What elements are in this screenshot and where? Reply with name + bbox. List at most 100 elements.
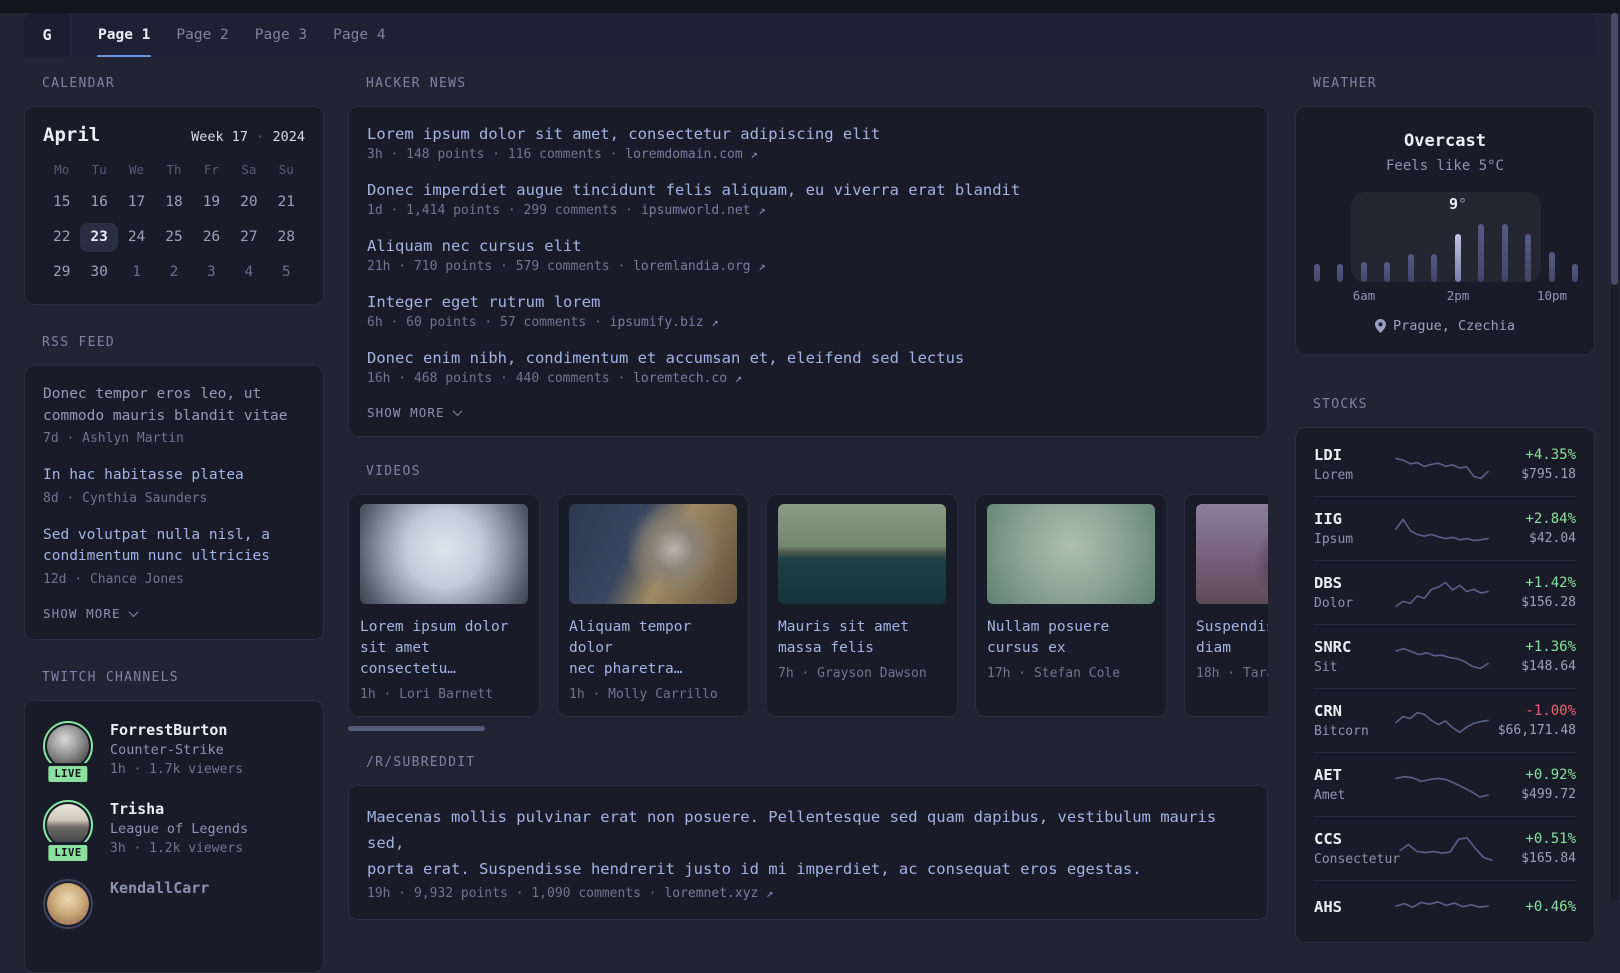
calendar-day[interactable]: 20 (230, 188, 267, 217)
stock-ticker[interactable]: IIG (1314, 510, 1396, 528)
hn-item-stats: 3h · 148 points · 116 comments · (367, 147, 618, 162)
calendar-day[interactable]: 26 (193, 223, 230, 252)
calendar-day[interactable]: 28 (268, 223, 305, 252)
hn-item-domain-link[interactable]: loremlandia.org (633, 259, 750, 274)
rss-item-link[interactable]: Sed volutpat nulla nisl, a condimentum n… (43, 525, 305, 568)
hour-label: 2pm (1446, 288, 1470, 303)
calendar-day[interactable]: 19 (193, 188, 230, 217)
video-card[interactable]: Nullam posuere cursus ex 17h · Stefan Co… (975, 494, 1167, 717)
video-meta: 1h · Molly Carrillo (569, 687, 718, 702)
stock-ticker[interactable]: CCS (1314, 830, 1400, 848)
video-thumbnail[interactable] (778, 504, 946, 604)
calendar-day-next-month[interactable]: 1 (118, 258, 155, 287)
reddit-post-link[interactable]: Maecenas mollis pulvinar erat non posuer… (367, 804, 1249, 882)
rss-widget: Donec tempor eros leo, ut commodo mauris… (24, 365, 324, 640)
video-title-link[interactable]: Nullam posuere cursus ex (987, 617, 1155, 659)
video-title-link[interactable]: Aliquam tempor dolor nec pharetra… (569, 617, 737, 680)
stock-ticker[interactable]: DBS (1314, 574, 1396, 592)
hn-item: Donec enim nibh, condimentum et accumsan… (367, 349, 1249, 386)
tab-page-1[interactable]: Page 1 (97, 13, 152, 57)
calendar-day[interactable]: 27 (230, 223, 267, 252)
weather-feels-like: Feels like 5°C (1385, 158, 1504, 174)
twitch-channel-name[interactable]: Trisha (110, 800, 248, 818)
hn-show-more-button[interactable]: SHOW MORE (367, 405, 1249, 420)
stock-name: Consectetur (1314, 852, 1401, 867)
video-thumbnail[interactable] (987, 504, 1155, 604)
calendar-day-next-month[interactable]: 4 (230, 258, 267, 287)
video-title-link[interactable]: Suspendisse diam (1196, 617, 1268, 659)
twitch-channel-name[interactable]: ForrestBurton (110, 721, 243, 739)
avatar[interactable] (43, 878, 93, 929)
videos-horizontal-scrollbar[interactable] (348, 726, 485, 731)
hn-item-stats: 6h · 60 points · 57 comments · (367, 315, 602, 330)
video-card[interactable]: Suspendisse diam 18h · Tara (1184, 494, 1268, 717)
calendar-day[interactable]: 25 (155, 223, 192, 252)
hn-item-domain-link[interactable]: ipsumify.biz (610, 315, 704, 330)
rss-item-link[interactable]: Donec tempor eros leo, ut commodo mauris… (43, 384, 305, 427)
video-card[interactable]: Mauris sit amet massa felis 7h · Grayson… (766, 494, 958, 717)
tab-page-4[interactable]: Page 4 (332, 13, 386, 57)
stock-row: LDI Lorem +4.35% $795.18 (1314, 433, 1576, 496)
rss-item-meta: 12d · Chance Jones (43, 571, 184, 587)
weather-bar (1360, 262, 1367, 282)
hn-item-domain-link[interactable]: loremdomain.com (625, 147, 742, 162)
calendar-day[interactable]: 16 (80, 188, 117, 217)
twitch-channel-row: LIVE Trisha League of Legends 3h · 1.2k … (43, 799, 305, 864)
hn-item-domain-link[interactable]: loremtech.co (633, 371, 727, 386)
show-more-label: SHOW MORE (367, 405, 445, 420)
rss-item-link[interactable]: In hac habitasse platea (43, 465, 305, 487)
hn-item-meta: 1d · 1,414 points · 299 comments · ipsum… (367, 203, 1249, 218)
video-thumbnail[interactable] (1196, 504, 1268, 604)
video-title-link[interactable]: Lorem ipsum dolor sit amet consectetu… (360, 617, 528, 680)
stock-ticker[interactable]: LDI (1314, 446, 1396, 464)
calendar-day-selected[interactable]: 23 (80, 223, 118, 252)
calendar-section-title: CALENDAR (42, 76, 116, 91)
hn-item-link[interactable]: Donec enim nibh, condimentum et accumsan… (367, 349, 1249, 367)
twitch-channel-name[interactable]: KendallCarr (110, 879, 209, 897)
reddit-post-domain-link[interactable]: loremnet.xyz (664, 886, 758, 901)
stock-name: Sit (1314, 660, 1338, 675)
hn-item-link[interactable]: Lorem ipsum dolor sit amet, consectetur … (367, 125, 1249, 143)
rss-item-meta: 8d · Cynthia Saunders (43, 490, 208, 506)
stock-ticker[interactable]: AET (1314, 766, 1396, 784)
stock-ticker[interactable]: SNRC (1314, 638, 1396, 656)
video-card[interactable]: Lorem ipsum dolor sit amet consectetu… 1… (348, 494, 540, 717)
tab-page-3[interactable]: Page 3 (254, 13, 308, 57)
calendar-day[interactable]: 30 (80, 258, 117, 287)
calendar-day-next-month[interactable]: 3 (193, 258, 230, 287)
hn-item-link[interactable]: Aliquam nec cursus elit (367, 237, 1249, 255)
calendar-day[interactable]: 24 (118, 223, 155, 252)
calendar-day[interactable]: 22 (43, 223, 80, 252)
page-tabs: Page 1 Page 2 Page 3 Page 4 (97, 13, 387, 57)
hn-item-meta: 6h · 60 points · 57 comments · ipsumify.… (367, 315, 1249, 330)
video-title-link[interactable]: Mauris sit amet massa felis (778, 617, 946, 659)
rss-show-more-button[interactable]: SHOW MORE (43, 606, 305, 621)
stock-ticker[interactable]: CRN (1314, 702, 1396, 720)
calendar-day-next-month[interactable]: 2 (155, 258, 192, 287)
tab-page-2[interactable]: Page 2 (175, 13, 229, 57)
video-card[interactable]: Aliquam tempor dolor nec pharetra… 1h · … (557, 494, 749, 717)
calendar-day[interactable]: 17 (118, 188, 155, 217)
hn-item-domain-link[interactable]: ipsumworld.net (641, 203, 751, 218)
video-thumbnail[interactable] (569, 504, 737, 604)
stock-sparkline (1395, 894, 1489, 924)
app-logo[interactable]: G (24, 13, 71, 57)
video-meta: 18h · Tara (1196, 666, 1268, 681)
calendar-day[interactable]: 29 (43, 258, 80, 287)
weather-bar (1384, 262, 1391, 282)
page-scrollbar-thumb[interactable] (1611, 13, 1618, 285)
calendar-day[interactable]: 21 (268, 188, 305, 217)
stock-ticker[interactable]: AHS (1314, 898, 1396, 916)
video-thumbnail[interactable] (360, 504, 528, 604)
videos-carousel: Lorem ipsum dolor sit amet consectetu… 1… (348, 494, 1268, 717)
live-badge: LIVE (45, 762, 91, 785)
calendar-day[interactable]: 15 (43, 188, 80, 217)
calendar-day[interactable]: 18 (155, 188, 192, 217)
hn-item-link[interactable]: Donec imperdiet augue tincidunt felis al… (367, 181, 1249, 199)
stock-price: $42.04 (1529, 531, 1576, 546)
calendar-day-next-month[interactable]: 5 (268, 258, 305, 287)
stock-row: AHS +0.46% (1314, 880, 1576, 937)
weekday-header: Fr (203, 162, 219, 177)
weather-bar (1478, 224, 1485, 282)
hn-item-link[interactable]: Integer eget rutrum lorem (367, 293, 1249, 311)
